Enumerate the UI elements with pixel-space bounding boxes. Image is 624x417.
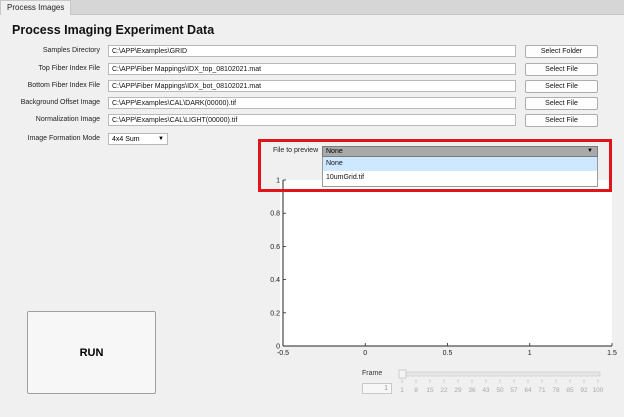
x-tick-label: -0.5 — [277, 350, 289, 357]
tab-strip: Process Images — [0, 0, 624, 15]
frame-tick-label: 78 — [552, 387, 560, 394]
frame-label: Frame — [362, 370, 383, 377]
chevron-down-icon: ▼ — [158, 136, 164, 142]
select-bottom-fiber-file-button[interactable]: Select File — [525, 80, 598, 93]
page-title: Process Imaging Experiment Data — [12, 23, 215, 37]
frame-tick-label: 15 — [426, 387, 434, 394]
frame-tick-label: 36 — [468, 387, 476, 394]
x-tick-label: 0 — [363, 350, 367, 357]
select-folder-button[interactable]: Select Folder — [525, 45, 598, 58]
frame-tick-label: 100 — [593, 387, 604, 394]
select-background-file-button[interactable]: Select File — [525, 97, 598, 110]
x-tick-label: 1 — [528, 350, 532, 357]
image-formation-mode-value: 4x4 Sum — [112, 136, 140, 143]
bottom-fiber-index-label: Bottom Fiber Index File — [27, 82, 100, 89]
select-top-fiber-file-button[interactable]: Select File — [525, 63, 598, 76]
y-tick-label: 0.8 — [270, 211, 280, 218]
background-offset-label: Background Offset Image — [20, 99, 100, 106]
frame-tick-label: 50 — [496, 387, 504, 394]
top-fiber-index-field[interactable]: C:\APP\Fiber Mappings\IDX_top_08102021.m… — [108, 63, 516, 75]
frame-tick-label: 43 — [482, 387, 490, 394]
frame-tick-label: 64 — [524, 387, 532, 394]
bottom-fiber-index-field[interactable]: C:\APP\Fiber Mappings\IDX_bot_08102021.m… — [108, 80, 516, 92]
slider-track[interactable] — [399, 371, 601, 377]
normalization-image-label: Normalization Image — [35, 116, 100, 123]
y-tick-label: 0.4 — [270, 277, 280, 284]
background-offset-field[interactable]: C:\APP\Examples\CAL\DARK(00000).tif — [108, 97, 516, 109]
frame-tick-label: 29 — [454, 387, 462, 394]
frame-tick-label: 57 — [510, 387, 518, 394]
y-tick-label: 0.6 — [270, 244, 280, 251]
frame-tick-label: 8 — [414, 387, 418, 394]
x-tick-label: 1.5 — [607, 350, 617, 357]
run-button[interactable]: RUN — [27, 311, 156, 394]
x-tick-label: 0.5 — [443, 350, 453, 357]
y-tick-label: 0.2 — [270, 310, 280, 317]
frame-tick-label: 71 — [538, 387, 546, 394]
frame-tick-label: 92 — [580, 387, 588, 394]
slider-thumb[interactable] — [398, 369, 407, 379]
highlight-box — [258, 139, 612, 192]
samples-directory-field[interactable]: C:\APP\Examples\GRID — [108, 45, 516, 57]
image-formation-mode-dropdown[interactable]: 4x4 Sum ▼ — [108, 133, 168, 145]
samples-directory-label: Samples Directory — [42, 47, 100, 54]
frame-input[interactable]: 1 — [362, 383, 392, 394]
frame-tick-label: 1 — [400, 387, 404, 394]
select-normalization-file-button[interactable]: Select File — [525, 114, 598, 127]
preview-plot-area — [280, 180, 612, 346]
normalization-image-field[interactable]: C:\APP\Examples\CAL\LIGHT(00000).tif — [108, 114, 516, 126]
tab-process-images[interactable]: Process Images — [0, 0, 72, 15]
frame-tick-label: 22 — [440, 387, 448, 394]
frame-tick-label: 85 — [566, 387, 574, 394]
top-fiber-index-label: Top Fiber Index File — [38, 65, 100, 72]
image-formation-mode-label: Image Formation Mode — [27, 135, 100, 142]
